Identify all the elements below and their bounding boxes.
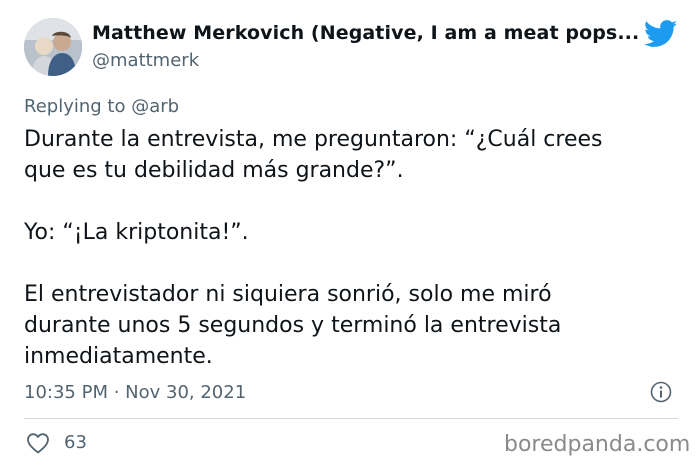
heart-icon[interactable] <box>26 432 50 454</box>
tweet-text-line: durante unos 5 segundos y terminó la ent… <box>24 313 562 338</box>
tweet-text: Durante la entrevista, me preguntaron: “… <box>24 124 684 372</box>
tweet-text-line: inmediatamente. <box>24 344 213 369</box>
tweet-text-line: Yo: “¡La kriptonita!”. <box>24 220 249 245</box>
reply-context: Replying to @arb <box>24 96 179 117</box>
avatar[interactable] <box>24 18 82 76</box>
twitter-bird-icon[interactable] <box>643 20 678 48</box>
reply-mention-link[interactable]: @arb <box>131 96 179 117</box>
reply-prefix: Replying to <box>24 96 132 117</box>
tweet-text-line: Durante la entrevista, me preguntaron: “… <box>24 127 603 152</box>
divider <box>24 418 678 419</box>
watermark: boredpanda.com <box>504 432 691 457</box>
info-icon[interactable] <box>650 381 672 403</box>
tweet-text-line: El entrevistador ni siquiera sonrió, sol… <box>24 282 552 307</box>
tweet-timestamp[interactable]: 10:35 PM · Nov 30, 2021 <box>24 382 246 403</box>
like-count: 63 <box>64 432 87 453</box>
tweet-text-line: que es tu debilidad más grande?”. <box>24 158 404 183</box>
author-handle[interactable]: @mattmerk <box>92 50 199 71</box>
author-name[interactable]: Matthew Merkovich (Negative, I am a meat… <box>92 22 639 44</box>
tweet-card: Matthew Merkovich (Negative, I am a meat… <box>0 0 700 471</box>
